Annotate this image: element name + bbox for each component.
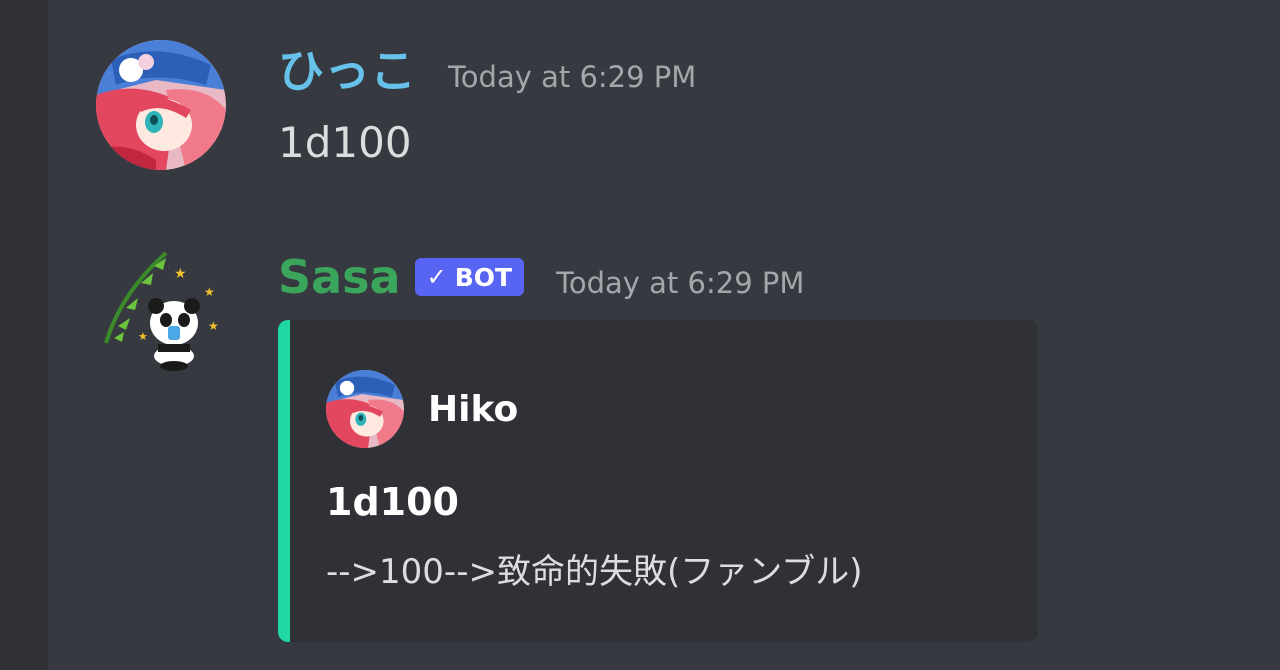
message-content: 1d100 bbox=[278, 118, 412, 167]
message-header: Sasa ✓ BOT Today at 6:29 PM bbox=[278, 252, 804, 303]
anime-girl-avatar-icon bbox=[326, 370, 404, 448]
svg-text:★: ★ bbox=[204, 285, 215, 299]
message-embed: Hiko 1d100 -->100-->致命的失敗(ファンブル) bbox=[278, 320, 1038, 642]
embed-title: 1d100 bbox=[326, 480, 459, 524]
message-header: ひっこ Today at 6:29 PM bbox=[278, 46, 696, 97]
embed-author-name: Hiko bbox=[428, 388, 519, 430]
panda-bamboo-avatar-icon: ★ ★ ★ ★ bbox=[104, 251, 219, 371]
verified-check-icon: ✓ bbox=[426, 263, 447, 292]
bot-badge: ✓ BOT bbox=[414, 258, 525, 297]
embed-accent-bar bbox=[278, 320, 290, 642]
timestamp: Today at 6:29 PM bbox=[556, 266, 805, 300]
bot-avatar[interactable]: ★ ★ ★ ★ bbox=[96, 248, 226, 378]
bot-badge-label: BOT bbox=[454, 262, 513, 292]
username[interactable]: Sasa bbox=[278, 252, 401, 303]
embed-author-avatar bbox=[326, 370, 404, 448]
timestamp: Today at 6:29 PM bbox=[448, 60, 697, 94]
svg-text:★: ★ bbox=[138, 330, 148, 343]
svg-text:★: ★ bbox=[174, 266, 187, 282]
anime-girl-avatar-icon bbox=[96, 40, 226, 170]
user-avatar[interactable] bbox=[96, 40, 226, 170]
username[interactable]: ひっこ bbox=[278, 46, 416, 97]
embed-description: -->100-->致命的失敗(ファンブル) bbox=[326, 552, 863, 592]
svg-text:★: ★ bbox=[208, 319, 219, 333]
server-list-edge bbox=[0, 0, 48, 670]
embed-author: Hiko bbox=[326, 370, 518, 448]
